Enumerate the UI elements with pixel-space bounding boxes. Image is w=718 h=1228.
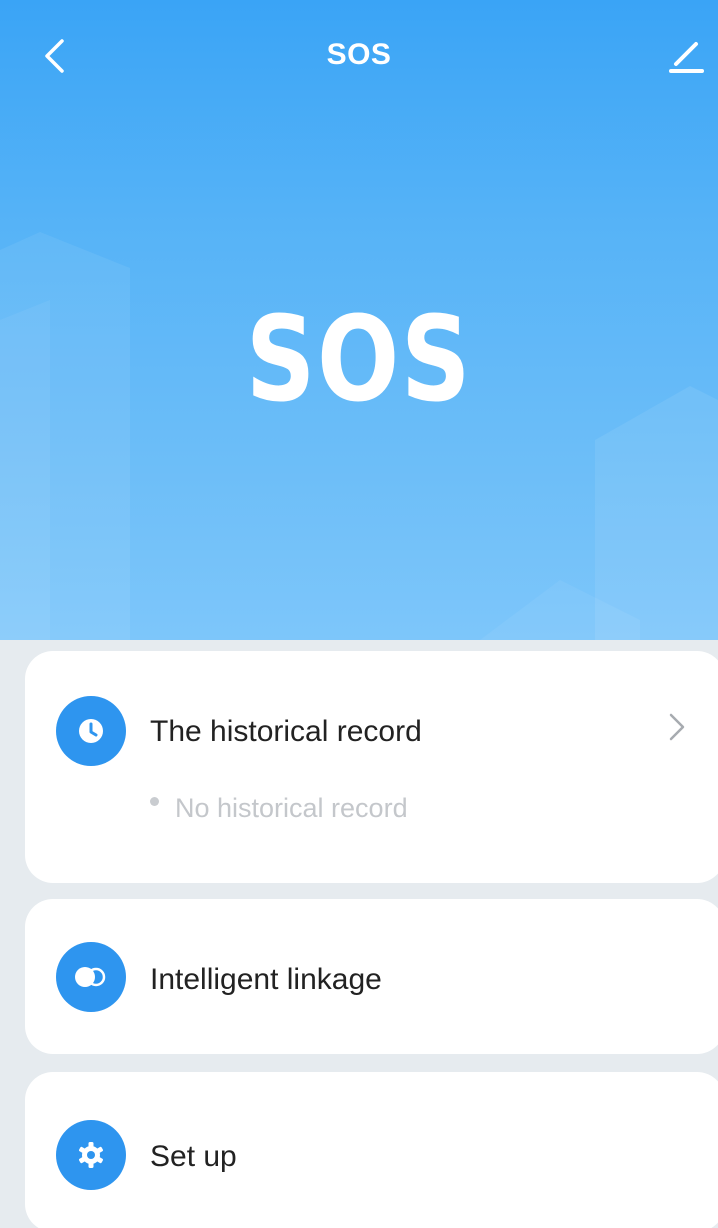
chevron-right-icon[interactable] xyxy=(665,711,689,743)
bullet-dot xyxy=(150,797,159,806)
hero-banner: SOS SOS xyxy=(0,0,718,640)
linkage-card[interactable]: Intelligent linkage xyxy=(25,899,718,1054)
linkage-title: Intelligent linkage xyxy=(150,963,382,996)
sos-screen: SOS SOS The historical record No histori… xyxy=(0,0,718,1228)
history-title: The historical record xyxy=(150,715,422,748)
setup-icon-badge xyxy=(56,1120,126,1190)
pencil-icon xyxy=(669,42,704,73)
clock-icon xyxy=(79,719,103,743)
page-title: SOS xyxy=(326,38,392,71)
history-empty-row: No historical record xyxy=(150,793,408,824)
hero-sos-label: SOS xyxy=(245,290,473,428)
linkage-icon-badge xyxy=(56,942,126,1012)
top-bar: SOS xyxy=(0,20,718,100)
history-icon-badge xyxy=(56,696,126,766)
history-card[interactable]: The historical record No historical reco… xyxy=(25,651,718,883)
toggle-icon xyxy=(75,967,106,987)
setup-card[interactable]: Set up xyxy=(25,1072,718,1228)
gear-icon xyxy=(79,1142,103,1168)
history-empty-text: No historical record xyxy=(175,793,408,823)
edit-button[interactable] xyxy=(662,32,710,80)
setup-title: Set up xyxy=(150,1140,237,1173)
